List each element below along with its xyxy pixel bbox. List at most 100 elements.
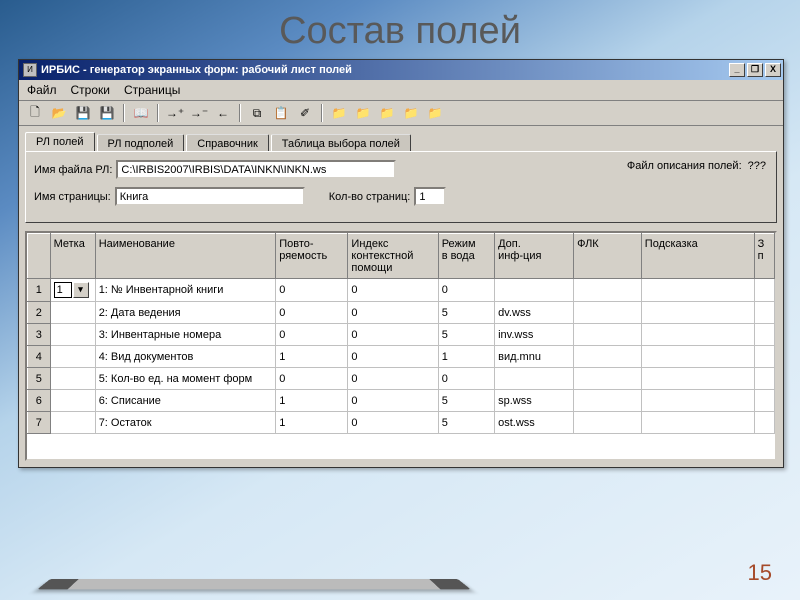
grid[interactable]: МеткаНаименованиеПовто- ряемостьИндекс к…	[25, 231, 777, 461]
cell-hint[interactable]	[641, 279, 754, 302]
cell-hint[interactable]	[641, 412, 754, 434]
cell-dop[interactable]: ost.wss	[495, 412, 574, 434]
pagecount-input[interactable]	[414, 187, 446, 206]
cell-tail[interactable]	[754, 390, 774, 412]
cell-dop[interactable]	[495, 368, 574, 390]
cell-tail[interactable]	[754, 368, 774, 390]
col-8[interactable]: З п	[754, 234, 774, 279]
row-header[interactable]: 2	[28, 302, 51, 324]
cell-editor[interactable]	[54, 282, 72, 298]
titlebar[interactable]: И ИРБИС - генератор экранных форм: рабоч…	[19, 60, 783, 80]
col-5[interactable]: Доп. инф-ция	[495, 234, 574, 279]
col-7[interactable]: Подсказка	[641, 234, 754, 279]
table-row[interactable]: 44: Вид документов101вид.mnu	[28, 346, 775, 368]
folder-red-icon[interactable]: 📁	[353, 104, 373, 122]
cell-name[interactable]: 6: Списание	[95, 390, 276, 412]
cell-idx[interactable]: 0	[348, 302, 438, 324]
cell-rep[interactable]: 0	[276, 302, 348, 324]
file-input[interactable]	[116, 160, 396, 179]
restore-button[interactable]: ❐	[747, 63, 763, 77]
cell-metka[interactable]	[50, 324, 95, 346]
cell-tail[interactable]	[754, 346, 774, 368]
table-row[interactable]: 22: Дата ведения005dv.wss	[28, 302, 775, 324]
menu-rows[interactable]: Строки	[71, 83, 110, 97]
cell-flk[interactable]	[574, 324, 642, 346]
menu-file[interactable]: Файл	[27, 83, 57, 97]
cell-flk[interactable]	[574, 279, 642, 302]
table-row[interactable]: 7 7: Остаток105ost.wss	[28, 412, 775, 434]
cell-hint[interactable]	[641, 346, 754, 368]
cell-mode[interactable]: 0	[438, 279, 494, 302]
cell-rep[interactable]: 1	[276, 346, 348, 368]
col-3[interactable]: Индекс контекстной помощи	[348, 234, 438, 279]
cell-dropdown-icon[interactable]: ▾	[73, 282, 89, 298]
cell-dop[interactable]: вид.mnu	[495, 346, 574, 368]
arrow-right-minus-icon[interactable]: →⁻	[189, 104, 209, 122]
cell-flk[interactable]	[574, 346, 642, 368]
cell-rep[interactable]: 0	[276, 324, 348, 346]
table-row[interactable]: 1▾1: № Инвентарной книги000	[28, 279, 775, 302]
book-icon[interactable]: 📖	[131, 104, 151, 122]
cell-hint[interactable]	[641, 390, 754, 412]
copy-icon[interactable]: ⧉	[247, 104, 267, 122]
cell-mode[interactable]: 5	[438, 390, 494, 412]
folder-yellow-icon[interactable]: 📁	[329, 104, 349, 122]
cell-rep[interactable]: 1	[276, 412, 348, 434]
close-button[interactable]: X	[765, 63, 781, 77]
cell-flk[interactable]	[574, 412, 642, 434]
cell-idx[interactable]: 0	[348, 390, 438, 412]
col-6[interactable]: ФЛК	[574, 234, 642, 279]
cell-dop[interactable]: sp.wss	[495, 390, 574, 412]
cell-tail[interactable]	[754, 279, 774, 302]
cell-mode[interactable]: 5	[438, 324, 494, 346]
cell-flk[interactable]	[574, 368, 642, 390]
cell-hint[interactable]	[641, 302, 754, 324]
cell-name[interactable]: 7: Остаток	[95, 412, 276, 434]
tab-0[interactable]: РЛ полей	[25, 132, 95, 151]
cell-rep[interactable]: 0	[276, 279, 348, 302]
cell-idx[interactable]: 0	[348, 368, 438, 390]
arrow-right-plus-icon[interactable]: →⁺	[165, 104, 185, 122]
row-header[interactable]: 7	[28, 412, 51, 434]
folder-x-icon[interactable]: 📁	[425, 104, 445, 122]
row-header[interactable]: 3	[28, 324, 51, 346]
col-2[interactable]: Повто- ряемость	[276, 234, 348, 279]
cell-idx[interactable]: 0	[348, 324, 438, 346]
folder-plus-icon[interactable]: 📁	[401, 104, 421, 122]
cell-metka[interactable]	[50, 346, 95, 368]
menu-pages[interactable]: Страницы	[124, 83, 180, 97]
minimize-button[interactable]: _	[729, 63, 745, 77]
new-icon[interactable]: 🗋	[25, 104, 45, 122]
cell-flk[interactable]	[574, 390, 642, 412]
open-icon[interactable]: 📂	[49, 104, 69, 122]
cell-dop[interactable]: dv.wss	[495, 302, 574, 324]
paste-icon[interactable]: 📋	[271, 104, 291, 122]
cell-dop[interactable]	[495, 279, 574, 302]
cell-idx[interactable]: 0	[348, 279, 438, 302]
folder-green-icon[interactable]: 📁	[377, 104, 397, 122]
cell-rep[interactable]: 1	[276, 390, 348, 412]
cell-mode[interactable]: 5	[438, 412, 494, 434]
arrow-left-icon[interactable]: ←	[213, 104, 233, 122]
cell-tail[interactable]	[754, 324, 774, 346]
save-icon[interactable]: 💾	[73, 104, 93, 122]
cell-dop[interactable]: inv.wss	[495, 324, 574, 346]
cell-metka[interactable]	[50, 412, 95, 434]
cell-name[interactable]: 1: № Инвентарной книги	[95, 279, 276, 302]
table-row[interactable]: 33: Инвентарные номера005inv.wss	[28, 324, 775, 346]
cell-flk[interactable]	[574, 302, 642, 324]
cell-rep[interactable]: 0	[276, 368, 348, 390]
col-4[interactable]: Режим в вода	[438, 234, 494, 279]
cell-idx[interactable]: 0	[348, 412, 438, 434]
cell-mode[interactable]: 5	[438, 302, 494, 324]
cell-tail[interactable]	[754, 412, 774, 434]
cell-tail[interactable]	[754, 302, 774, 324]
cell-metka[interactable]: ▾	[50, 279, 95, 302]
pagename-input[interactable]	[115, 187, 305, 206]
row-header[interactable]: 6	[28, 390, 51, 412]
cell-mode[interactable]: 1	[438, 346, 494, 368]
cell-mode[interactable]: 0	[438, 368, 494, 390]
table-row[interactable]: 6 6: Списание105sp.wss	[28, 390, 775, 412]
col-1[interactable]: Наименование	[95, 234, 276, 279]
cell-hint[interactable]	[641, 324, 754, 346]
